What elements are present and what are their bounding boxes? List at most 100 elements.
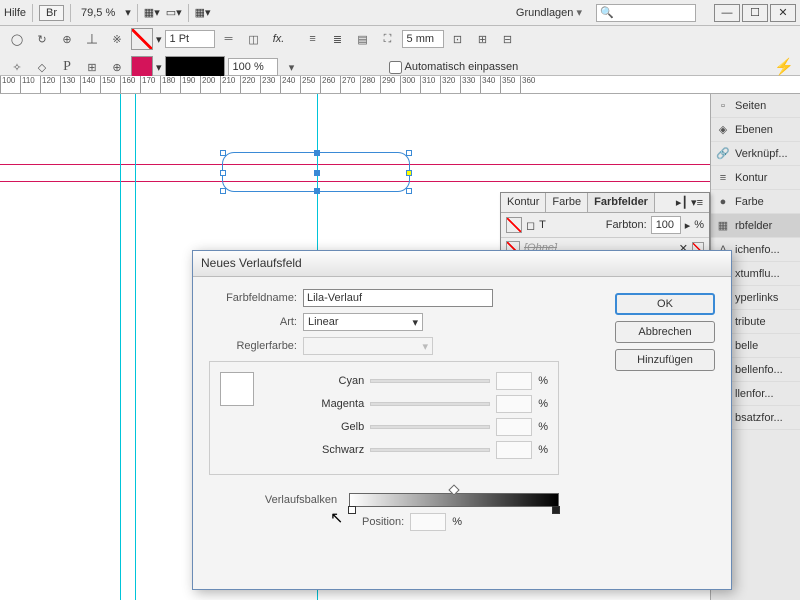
midpoint-diamond[interactable] (448, 484, 459, 495)
quick-apply-icon[interactable]: ⚡ (774, 57, 794, 77)
align-icon[interactable]: ≡ (302, 28, 324, 50)
panel-icon: ▦ (716, 219, 730, 233)
tool-icon[interactable]: ◇ (31, 56, 53, 78)
dialog-title: Neues Verlaufsfeld (193, 251, 731, 277)
frame-fit-icon[interactable]: ⛶ (377, 28, 399, 50)
type-dropdown[interactable]: Linear▾ (303, 313, 423, 331)
selected-frame[interactable] (222, 152, 410, 192)
inset-field[interactable]: 5 mm (402, 30, 444, 48)
panel-menu-icon[interactable]: ▸┃ ▾≡ (670, 193, 709, 212)
color-value (496, 372, 532, 390)
autofit-checkbox[interactable] (389, 61, 402, 74)
color-value (496, 441, 532, 459)
stroke-swatch[interactable] (131, 56, 153, 78)
textwrap-icon[interactable]: ▤ (352, 28, 374, 50)
panel-icon: ● (716, 195, 730, 209)
color-slider (370, 448, 490, 452)
type-label: Art: (209, 316, 297, 328)
tint-label: Farbton: (606, 219, 647, 231)
color-sliders: Cyan%Magenta%Gelb%Schwarz% (209, 361, 559, 475)
panel-tab[interactable]: ▫Seiten (711, 94, 800, 118)
color-slider (370, 425, 490, 429)
tab-swatches[interactable]: Farbfelder (588, 193, 655, 212)
panel-tab[interactable]: ●Farbe (711, 190, 800, 214)
dropdown-icon[interactable]: ▾ (281, 56, 303, 78)
panel-tabs: Kontur Farbe Farbfelder ▸┃ ▾≡ (501, 193, 709, 213)
tool-icon[interactable]: ◯ (6, 28, 28, 50)
control-panel: ◯ ↻ ⊕ 丄 ※ ▾ 1 Pt ═ ◫ fx. ≡ ≣ ▤ ⛶ 5 mm ⊡ … (0, 26, 800, 76)
swatchname-label: Farbfeldname: (209, 292, 297, 304)
dropdown-icon[interactable]: ▾ (125, 6, 131, 19)
fill-swatch[interactable] (131, 28, 153, 50)
opacity-field[interactable]: 100 % (228, 58, 278, 76)
tool-icon[interactable]: ✧ (6, 56, 28, 78)
panel-icon: ▫ (716, 99, 730, 113)
color-value (496, 418, 532, 436)
tool-icon[interactable]: 丄 (81, 28, 103, 50)
panel-icon: ◈ (716, 123, 730, 137)
search-input[interactable]: 🔍 (596, 4, 696, 22)
corner-options-icon[interactable]: ◫ (243, 28, 265, 50)
gradient-ramp[interactable] (349, 493, 559, 507)
type-tool-icon[interactable]: P (56, 56, 78, 78)
panel-tab[interactable]: ▦rbfelder (711, 214, 800, 238)
stopcolor-label: Reglerfarbe: (209, 340, 297, 352)
tint-field[interactable]: 100 (651, 216, 681, 234)
panel-icon: ≡ (716, 171, 730, 185)
panel-tab[interactable]: 🔗Verknüpf... (711, 142, 800, 166)
fit-icon[interactable]: ⊡ (447, 28, 469, 50)
gradient-stop-end[interactable] (552, 506, 560, 514)
color-preview (220, 372, 254, 406)
horizontal-ruler: 1001101201301401501601701801902002102202… (0, 76, 800, 94)
ramp-label: Verlaufsbalken (265, 494, 337, 506)
dropdown-icon[interactable]: ▾ (156, 33, 162, 46)
screen-mode-icon[interactable]: ▭▾ (166, 6, 182, 19)
tool-icon[interactable]: ↻ (31, 28, 53, 50)
color-slider (370, 402, 490, 406)
fill-proxy[interactable] (506, 217, 522, 233)
gradient-swatch[interactable] (165, 56, 225, 78)
tab-stroke[interactable]: Kontur (501, 193, 546, 212)
stroke-style-icon[interactable]: ═ (218, 28, 240, 50)
bridge-button[interactable]: Br (39, 5, 64, 21)
fit-icon[interactable]: ⊟ (497, 28, 519, 50)
color-slider (370, 379, 490, 383)
tool-icon[interactable]: ⊕ (106, 56, 128, 78)
add-button[interactable]: Hinzufügen (615, 349, 715, 371)
effects-icon[interactable]: fx. (268, 28, 290, 50)
tab-color[interactable]: Farbe (546, 193, 588, 212)
container-icon[interactable]: ◻ (526, 219, 535, 232)
swatches-panel[interactable]: Kontur Farbe Farbfelder ▸┃ ▾≡ ◻ T Farbto… (500, 192, 710, 259)
workspace-switcher[interactable]: Grundlagen ▾ (516, 6, 582, 19)
stroke-weight-field[interactable]: 1 Pt (165, 30, 215, 48)
panel-tab[interactable]: ≡Kontur (711, 166, 800, 190)
position-field[interactable] (410, 513, 446, 531)
swatchname-input[interactable] (303, 289, 493, 307)
help-menu[interactable]: Hilfe (4, 7, 26, 19)
zoom-level[interactable]: 79,5 % (77, 5, 119, 21)
dropdown-icon[interactable]: ▾ (156, 61, 162, 74)
minimize-button[interactable]: — (714, 4, 740, 22)
tool-icon[interactable]: ※ (106, 28, 128, 50)
search-icon: 🔍 (600, 6, 614, 19)
position-label: Position: (362, 516, 404, 528)
autofit-label: Automatisch einpassen (405, 61, 519, 73)
tool-icon[interactable]: ⊕ (56, 28, 78, 50)
menu-bar: Hilfe Br 79,5 % ▾ ▦▾ ▭▾ ▦▾ Grundlagen ▾ 🔍… (0, 0, 800, 26)
ok-button[interactable]: OK (615, 293, 715, 315)
color-value (496, 395, 532, 413)
stopcolor-dropdown: ▾ (303, 337, 433, 355)
new-gradient-dialog: Neues Verlaufsfeld Farbfeldname: Art: Li… (192, 250, 732, 590)
panel-tab[interactable]: ◈Ebenen (711, 118, 800, 142)
text-icon[interactable]: T (539, 219, 546, 231)
align-icon[interactable]: ≣ (327, 28, 349, 50)
arrange-icon[interactable]: ▦▾ (195, 6, 211, 19)
maximize-button[interactable]: ☐ (742, 4, 768, 22)
view-options-icon[interactable]: ▦▾ (144, 6, 160, 19)
tool-icon[interactable]: ⊞ (81, 56, 103, 78)
close-button[interactable]: ✕ (770, 4, 796, 22)
gradient-stop-start[interactable] (348, 506, 356, 514)
panel-icon: 🔗 (716, 147, 730, 161)
fit-icon[interactable]: ⊞ (472, 28, 494, 50)
cancel-button[interactable]: Abbrechen (615, 321, 715, 343)
